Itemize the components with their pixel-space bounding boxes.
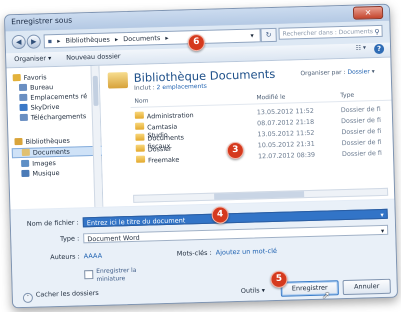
save-form: Nom de fichier : Entrez ici le titre du … <box>10 199 398 308</box>
chevron-up-icon: ˄ <box>22 292 34 304</box>
nav-item-music[interactable]: Musique <box>21 169 60 178</box>
library-folder-icon <box>107 72 129 89</box>
search-input[interactable]: Rechercher dans : Documents ⚲ <box>278 24 383 40</box>
column-type[interactable]: Type <box>340 92 354 99</box>
search-icon: ⚲ <box>374 27 380 37</box>
star-icon <box>12 74 21 82</box>
locations-link[interactable]: 2 emplacements <box>157 83 207 91</box>
nav-item-downloads[interactable]: Téléchargements <box>19 112 87 122</box>
tools-button[interactable]: Outils ▾ <box>241 285 265 296</box>
folder-icon <box>135 122 145 130</box>
mouse-cursor-icon: ➚ <box>321 290 331 302</box>
new-folder-button[interactable]: Nouveau dossier <box>66 52 121 62</box>
nav-item-desktop[interactable]: Bureau <box>18 83 53 92</box>
folder-icon <box>135 155 146 163</box>
type-label: Type : <box>59 234 80 243</box>
cloud-icon <box>19 103 28 112</box>
nav-item-libraries[interactable]: Bibliothèques <box>14 137 70 147</box>
back-icon[interactable]: ◀ <box>11 34 26 50</box>
column-name[interactable]: Nom <box>134 97 148 104</box>
hide-folders-button[interactable]: ˄ Cacher les dossiers <box>22 289 99 304</box>
tags-field[interactable]: Ajoutez un mot-clé <box>216 246 278 258</box>
nav-item-images[interactable]: Images <box>21 159 56 168</box>
nav-item-favorites[interactable]: Favoris <box>12 73 47 82</box>
nav-item-recent-places[interactable]: Emplacements ré <box>19 92 87 102</box>
image-icon <box>21 159 30 168</box>
nav-scroll-thumb[interactable] <box>92 75 99 106</box>
chevron-down-icon[interactable]: ▾ <box>380 210 384 220</box>
filename-label: Nom de fichier : <box>26 218 79 228</box>
tags-label: Mots-clés : <box>176 248 212 258</box>
cancel-button[interactable]: Annuler <box>342 278 391 296</box>
forward-icon[interactable]: ▶ <box>26 34 41 49</box>
close-icon[interactable]: ✕ <box>352 5 384 20</box>
folder-icon: ▪ <box>47 37 53 46</box>
folder-icon <box>135 133 145 141</box>
filename-field[interactable]: Entrez ici le titre du document ▾ <box>82 208 388 228</box>
window-title: Enregistrer sous <box>11 15 73 27</box>
music-icon <box>21 169 30 178</box>
breadcrumb[interactable]: ▪ ▸ Bibliothèques ▸ Documents ▸ ▾ <box>43 28 261 49</box>
arrange-by: Organiser par : Dossier ▾ <box>300 68 375 78</box>
authors-field[interactable]: AAAA <box>84 251 103 262</box>
folder-icon <box>134 111 144 119</box>
document-icon <box>21 148 30 156</box>
download-icon <box>19 113 28 122</box>
arrange-by-dropdown[interactable]: Dossier <box>347 68 370 76</box>
library-includes: Inclut : 2 emplacements <box>133 82 207 92</box>
refresh-icon[interactable]: ↻ <box>260 27 277 43</box>
navigation-pane: Favoris Bureau Emplacements ré SkyDrive … <box>6 65 106 210</box>
recent-places-icon <box>19 93 28 102</box>
views-icon[interactable]: ☷ ▾ <box>356 44 367 51</box>
save-thumbnail-checkbox[interactable] <box>84 270 94 280</box>
folder-icon <box>135 144 145 152</box>
organize-button[interactable]: Organiser ▾ <box>14 54 51 63</box>
authors-label: Auteurs : <box>50 252 80 262</box>
chevron-down-icon[interactable]: ▾ <box>381 226 385 236</box>
search-placeholder: Rechercher dans : Documents <box>282 28 374 38</box>
horizontal-scroll-thumb[interactable] <box>214 191 305 200</box>
help-icon[interactable]: ? <box>373 43 385 55</box>
file-list-pane: Bibliothèque Documents Inclut : 2 emplac… <box>99 57 395 207</box>
chevron-down-icon[interactable]: ▾ <box>250 29 254 41</box>
library-icon <box>14 137 23 146</box>
nav-item-skydrive[interactable]: SkyDrive <box>19 103 60 112</box>
column-modified[interactable]: Modifié le <box>256 94 285 102</box>
desktop-icon <box>18 83 28 92</box>
breadcrumb-documents[interactable]: Documents <box>123 34 160 43</box>
save-thumbnail-label: Enregistrer la miniature <box>96 266 137 283</box>
breadcrumb-libraries[interactable]: Bibliothèques <box>65 36 109 45</box>
save-as-dialog: Enregistrer sous ✕ ◀ ▶ ▪ ▸ Bibliothèques… <box>3 3 399 309</box>
file-type-select[interactable]: Document Word ▾ <box>83 224 389 244</box>
